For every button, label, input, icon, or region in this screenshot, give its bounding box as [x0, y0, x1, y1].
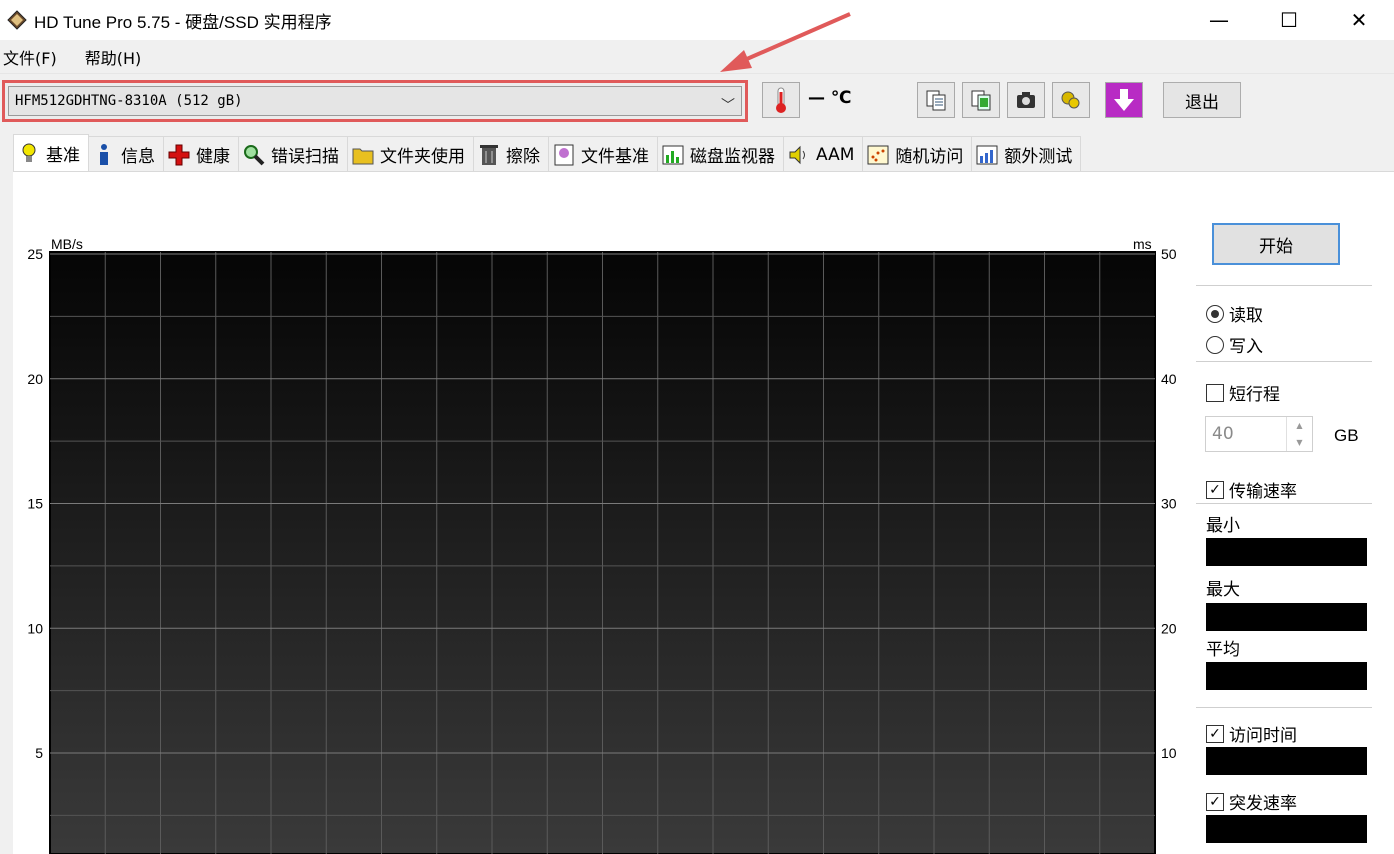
chevron-down-icon: ﹀ [721, 98, 735, 114]
trash-icon [478, 144, 500, 166]
stepper-up-icon[interactable]: ▲ [1287, 417, 1312, 434]
copy-all-icon [971, 90, 991, 111]
copy-all-button[interactable] [962, 82, 1000, 118]
tab-label: 健康 [196, 147, 230, 167]
tab-label: 信息 [121, 147, 155, 167]
camera-icon [1017, 92, 1035, 108]
short-stroke-checkbox[interactable]: 短行程 [1206, 380, 1280, 405]
exit-button[interactable]: 退出 [1163, 82, 1241, 118]
divider [1196, 285, 1372, 286]
tab-info[interactable]: 信息 [88, 136, 164, 172]
tab-label: 随机访问 [895, 147, 964, 167]
tab-file-benchmark[interactable]: 文件基准 [548, 136, 658, 172]
scatter-icon [867, 144, 889, 166]
download-button[interactable] [1105, 82, 1143, 118]
min-label: 最小 [1206, 516, 1240, 536]
checkmark-icon: ✓ [1206, 792, 1224, 811]
transfer-rate-label: 传输速率 [1229, 482, 1297, 502]
temperature-button[interactable] [762, 82, 800, 118]
short-stroke-value: 40 [1212, 424, 1234, 444]
copy-icon [926, 90, 946, 111]
info-icon [93, 143, 115, 166]
toolbar: HFM512GDHTNG-8310A (512 gB) ﹀ — ℃ 退出 [0, 74, 1394, 134]
tab-benchmark[interactable]: 基准 [13, 134, 89, 172]
checkmark-icon: ✓ [1206, 480, 1224, 499]
radio-indicator [1206, 304, 1224, 323]
tab-error-scan[interactable]: 错误扫描 [238, 136, 348, 172]
bulb-icon [18, 143, 40, 165]
read-label: 读取 [1229, 306, 1263, 326]
health-cross-icon [168, 144, 190, 166]
menu-file[interactable]: 文件(F) [0, 45, 68, 69]
screenshot-button[interactable] [1007, 82, 1045, 118]
magnifier-icon [243, 144, 265, 166]
extra-chart-icon [976, 144, 998, 166]
divider [1196, 503, 1372, 504]
short-stroke-label: 短行程 [1229, 385, 1280, 405]
burst-rate-label: 突发速率 [1229, 794, 1297, 814]
tab-health[interactable]: 健康 [163, 136, 239, 172]
access-time-value-box [1206, 747, 1367, 775]
short-stroke-unit: GB [1334, 426, 1359, 445]
minimize-button[interactable]: — [1184, 0, 1254, 40]
tab-label: 文件夹使用 [380, 147, 465, 167]
benchmark-panel [13, 171, 1394, 854]
temperature-readout: — ℃ [808, 88, 852, 108]
tab-label: 额外测试 [1004, 147, 1073, 167]
monitor-chart-icon [662, 144, 684, 166]
max-value-box [1206, 603, 1367, 631]
stepper-down-icon[interactable]: ▼ [1287, 434, 1312, 451]
avg-label: 平均 [1206, 640, 1240, 660]
app-icon [7, 10, 27, 30]
tab-label: AAM [816, 144, 855, 165]
burst-rate-value-box [1206, 815, 1367, 843]
tab-label: 文件基准 [581, 147, 649, 167]
radio-indicator [1206, 335, 1224, 354]
options-button[interactable] [1052, 82, 1090, 118]
tab-bar: 基准 信息 健康 错误扫描 文件夹使用 擦除 文件基准 磁盘监视器 AAM 随机… [13, 134, 1082, 172]
tab-aam[interactable]: AAM [783, 136, 864, 172]
access-time-checkbox[interactable]: ✓ 访问时间 [1206, 721, 1297, 746]
tab-label: 擦除 [506, 147, 540, 167]
tab-erase[interactable]: 擦除 [473, 136, 549, 172]
max-label: 最大 [1206, 580, 1240, 600]
write-label: 写入 [1229, 337, 1263, 357]
close-button[interactable]: ✕ [1324, 0, 1394, 40]
read-radio[interactable]: 读取 [1206, 301, 1263, 326]
file-bulb-icon [553, 144, 575, 166]
min-value-box [1206, 538, 1367, 566]
start-button[interactable]: 开始 [1212, 223, 1340, 265]
tab-label: 基准 [46, 146, 80, 166]
transfer-rate-checkbox[interactable]: ✓ 传输速率 [1206, 477, 1297, 502]
divider [1196, 707, 1372, 708]
avg-value-box [1206, 662, 1367, 690]
options-icon [1061, 91, 1080, 109]
access-time-label: 访问时间 [1229, 726, 1297, 746]
checkbox-box [1206, 383, 1224, 402]
arrow-down-icon [1114, 89, 1134, 111]
short-stroke-stepper[interactable]: 40 ▲ ▼ [1205, 416, 1313, 452]
drive-select-value: HFM512GDHTNG-8310A (512 gB) [15, 93, 243, 109]
title-bar: HD Tune Pro 5.75 - 硬盘/SSD 实用程序 — ☐ ✕ [0, 0, 1394, 40]
drive-select[interactable]: HFM512GDHTNG-8310A (512 gB) ﹀ [8, 86, 742, 116]
drive-select-highlight: HFM512GDHTNG-8310A (512 gB) ﹀ [2, 80, 748, 122]
divider [1196, 361, 1372, 362]
speaker-icon [788, 144, 810, 166]
tab-random-access[interactable]: 随机访问 [862, 136, 973, 172]
thermometer-icon [776, 87, 786, 113]
menu-bar: 文件(F) 帮助(H) [0, 40, 1394, 74]
tab-folder-usage[interactable]: 文件夹使用 [347, 136, 474, 172]
copy-info-button[interactable] [917, 82, 955, 118]
burst-rate-checkbox[interactable]: ✓ 突发速率 [1206, 789, 1297, 814]
tab-label: 错误扫描 [271, 147, 339, 167]
window-title: HD Tune Pro 5.75 - 硬盘/SSD 实用程序 [34, 12, 332, 32]
folder-icon [352, 144, 374, 166]
tab-disk-monitor[interactable]: 磁盘监视器 [657, 136, 784, 172]
checkmark-icon: ✓ [1206, 724, 1224, 743]
tab-extra-tests[interactable]: 额外测试 [971, 136, 1082, 172]
tab-label: 磁盘监视器 [690, 147, 775, 167]
write-radio[interactable]: 写入 [1206, 332, 1263, 357]
maximize-button[interactable]: ☐ [1254, 0, 1324, 40]
menu-help[interactable]: 帮助(H) [82, 45, 153, 69]
